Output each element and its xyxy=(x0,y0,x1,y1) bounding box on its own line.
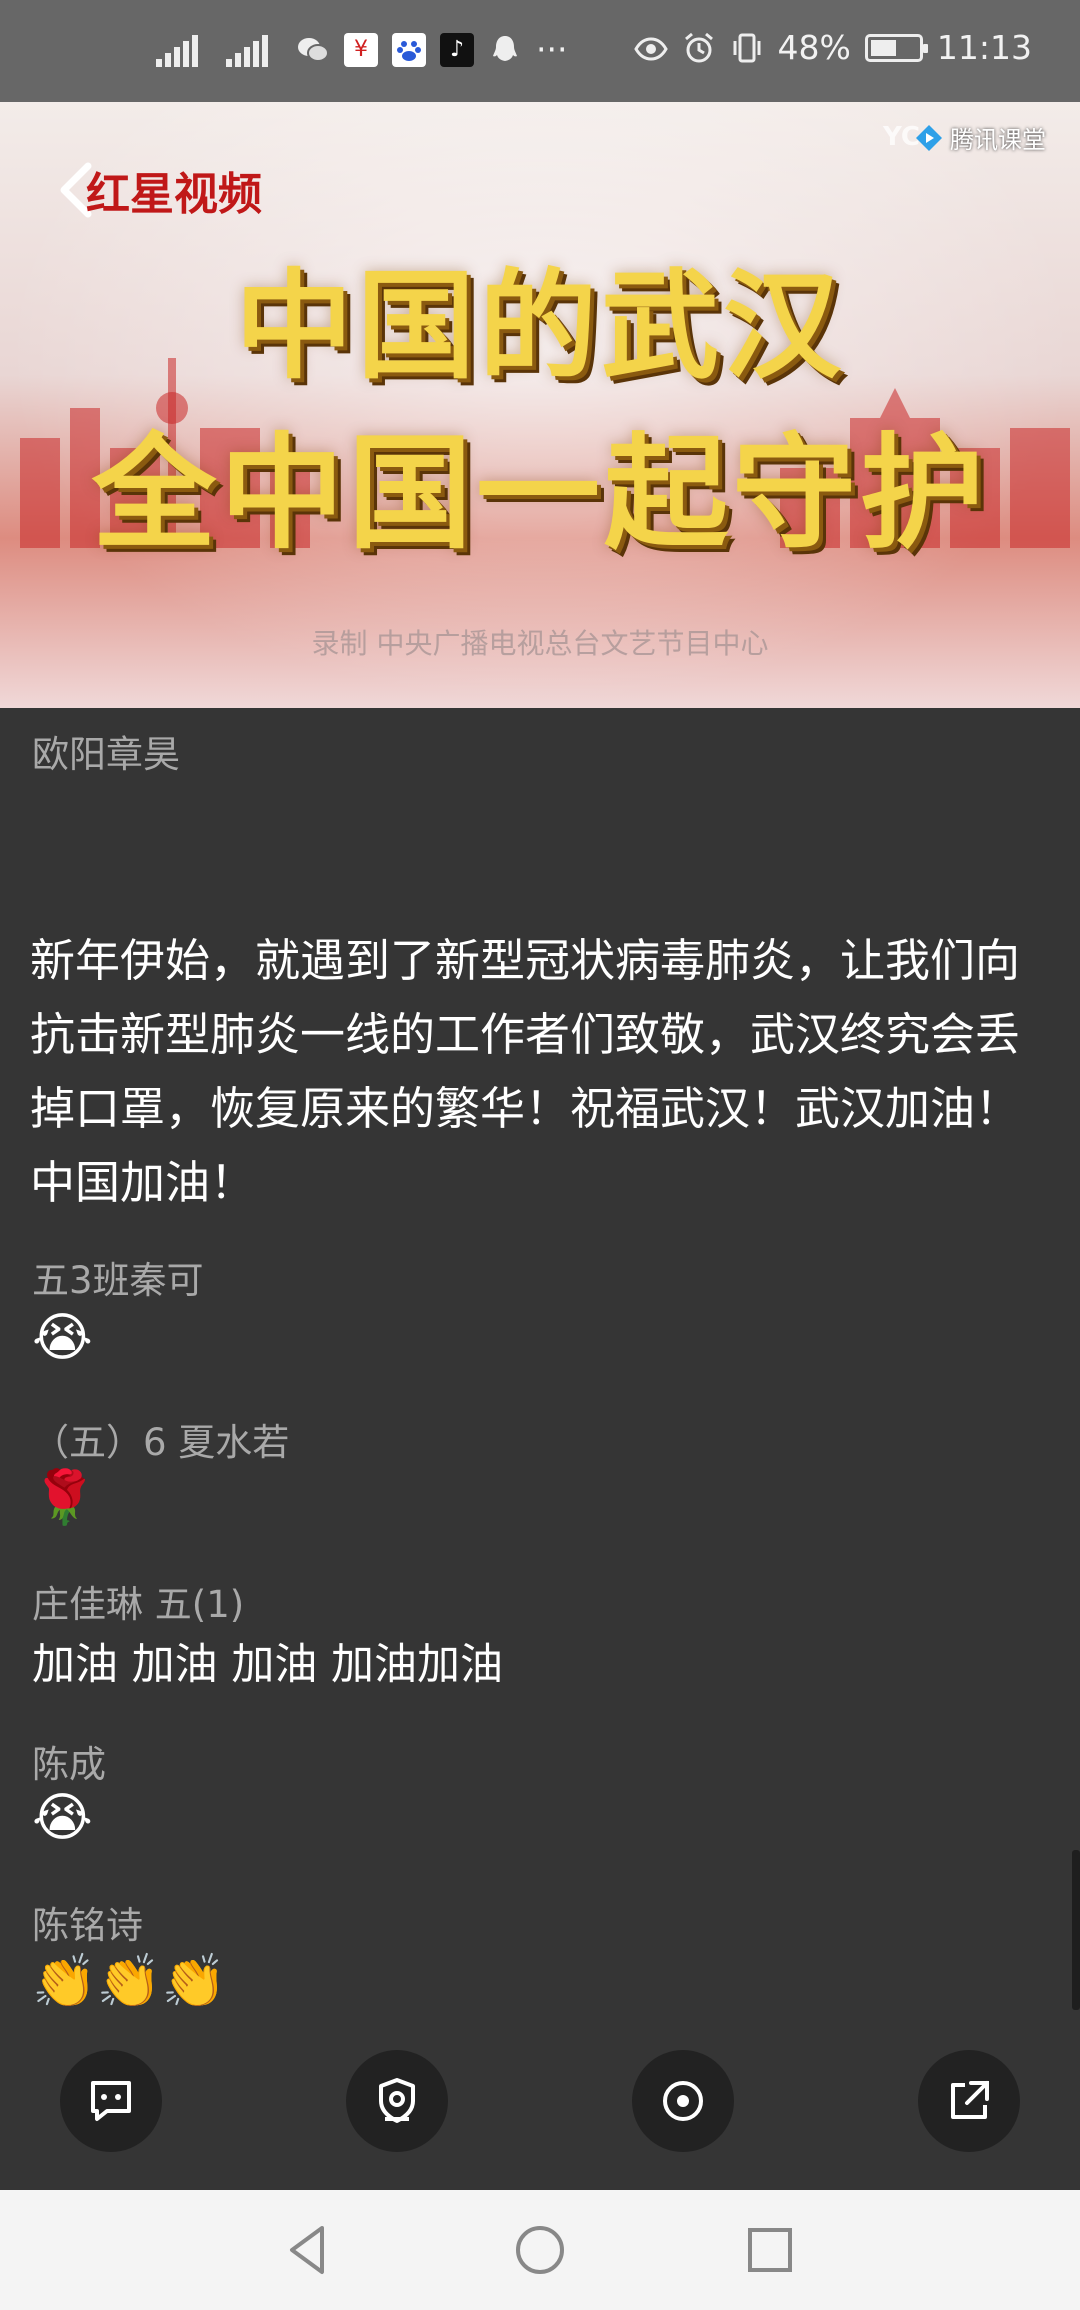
comment-author[interactable]: 陈铭诗 xyxy=(32,1895,143,1949)
video-title-line-1: 中国的武汉 xyxy=(234,256,845,395)
comment-icon xyxy=(91,2081,131,2121)
red-star-video-logo: 红星视频 xyxy=(86,169,262,220)
vibrate-icon xyxy=(733,33,761,62)
tencent-classroom-label: 腾讯课堂 xyxy=(950,126,1046,154)
tiktok-icon: ♪ xyxy=(440,32,474,67)
comment-author[interactable]: （五）6 夏水若 xyxy=(32,1412,289,1466)
finance-app-icon: ¥ xyxy=(344,32,378,67)
clock-time: 11:13 xyxy=(936,28,1032,67)
video-title-line-2: 全中国一起守护 xyxy=(91,421,988,566)
battery-icon xyxy=(864,33,928,62)
home-nav-icon[interactable] xyxy=(510,2220,570,2280)
baidu-icon xyxy=(392,32,426,67)
comment-button[interactable] xyxy=(60,2050,162,2152)
status-left: ¥ ♪ ··· xyxy=(156,30,567,69)
cellular-signal-icon xyxy=(156,33,212,67)
rose-emoji: 🌹 xyxy=(32,1468,97,1528)
share-external-icon xyxy=(951,2081,989,2119)
shield-medal-icon xyxy=(379,2078,415,2123)
tencent-classroom-badge: 腾讯课堂 xyxy=(914,120,1046,155)
status-right: 48% 11:13 xyxy=(633,28,1032,67)
comment-author[interactable]: 庄佳琳 五(1) xyxy=(32,1574,244,1628)
back-nav-icon[interactable] xyxy=(278,2220,338,2280)
award-button[interactable] xyxy=(346,2050,448,2152)
share-button[interactable] xyxy=(918,2050,1020,2152)
comment-author[interactable]: 陈成 xyxy=(32,1734,106,1788)
clapping-emoji: 👏👏👏 xyxy=(32,1952,227,2012)
cellular-signal-2-icon xyxy=(226,33,282,67)
eye-comfort-icon xyxy=(633,36,668,61)
more-notifications-text: ··· xyxy=(536,30,568,69)
alarm-icon xyxy=(684,32,713,62)
target-icon xyxy=(663,2081,703,2121)
status-bar: ¥ ♪ ··· 48% 11:13 xyxy=(0,0,1080,102)
qq-icon xyxy=(493,35,517,61)
crying-emoji: 😭 xyxy=(32,1308,93,1368)
action-bar xyxy=(0,2050,1080,2190)
comment-body: 新年伊始，就遇到了新型冠状病毒肺炎，让我们向抗击新型肺炎一线的工作者们致敬，武汉… xyxy=(30,934,1021,1209)
recents-nav-icon[interactable] xyxy=(740,2220,800,2280)
crying-emoji: 😭 xyxy=(32,1788,93,1848)
comment-body: 加油 加油 加油 加油加油 xyxy=(32,1640,504,1690)
video-credit: 录制 中央广播电视总台文艺节目中心 xyxy=(311,627,769,660)
focus-button[interactable] xyxy=(632,2050,734,2152)
video-player[interactable]: 红星视频 YC 腾讯课堂 中国的武汉 全中国一起守护 录制 中央广播电视总台文艺… xyxy=(0,102,1080,708)
comment-author[interactable]: 欧阳章昊 xyxy=(32,724,180,778)
battery-percent: 48% xyxy=(777,28,851,67)
wechat-icon xyxy=(298,37,329,62)
system-navigation-bar xyxy=(0,2190,1080,2310)
tencent-classroom-icon xyxy=(916,124,942,151)
scrollbar[interactable] xyxy=(1072,1850,1080,2010)
comment-author[interactable]: 五3班秦可 xyxy=(32,1250,204,1304)
